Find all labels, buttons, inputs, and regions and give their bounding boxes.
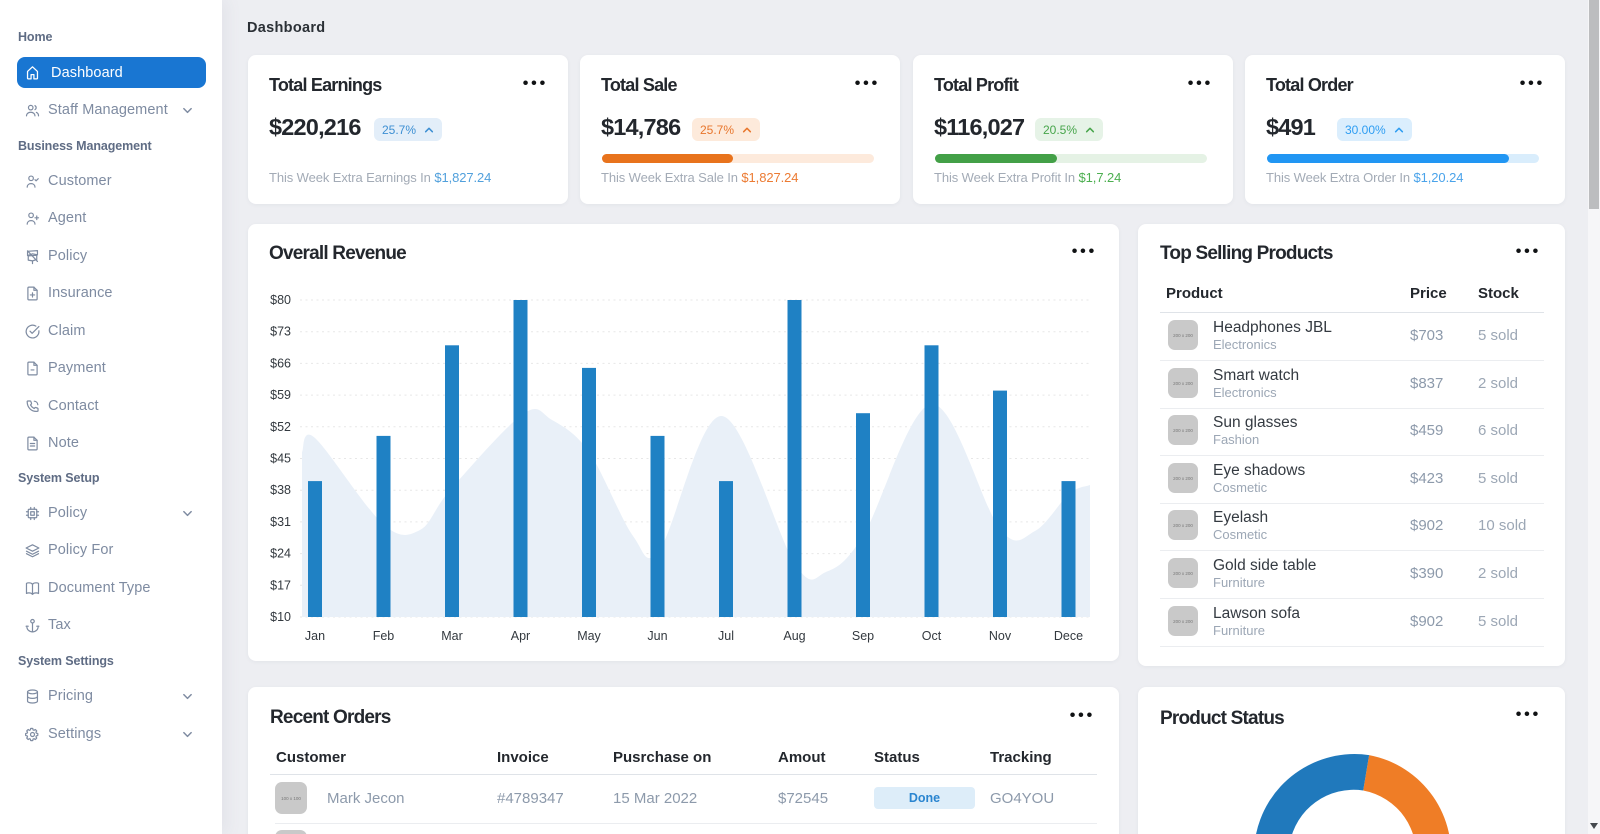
svg-text:Apr: Apr — [511, 629, 530, 643]
svg-text:$38: $38 — [270, 483, 291, 497]
svg-text:Jun: Jun — [647, 629, 667, 643]
svg-text:Aug: Aug — [783, 629, 805, 643]
svg-text:Nov: Nov — [989, 629, 1012, 643]
svg-text:Oct: Oct — [922, 629, 942, 643]
svg-text:Jul: Jul — [718, 629, 734, 643]
svg-text:$59: $59 — [270, 388, 291, 402]
svg-text:$45: $45 — [270, 452, 291, 466]
svg-text:$24: $24 — [270, 547, 291, 561]
svg-text:$17: $17 — [270, 578, 291, 592]
svg-text:$73: $73 — [270, 325, 291, 339]
svg-text:Feb: Feb — [373, 629, 395, 643]
svg-text:Dece: Dece — [1054, 629, 1083, 643]
svg-text:Mar: Mar — [441, 629, 463, 643]
svg-text:$31: $31 — [270, 515, 291, 529]
svg-text:Jan: Jan — [305, 629, 325, 643]
svg-text:$52: $52 — [270, 420, 291, 434]
svg-text:$66: $66 — [270, 356, 291, 370]
svg-text:$80: $80 — [270, 293, 291, 307]
svg-text:$10: $10 — [270, 610, 291, 624]
svg-text:May: May — [577, 629, 601, 643]
svg-text:Sep: Sep — [852, 629, 874, 643]
